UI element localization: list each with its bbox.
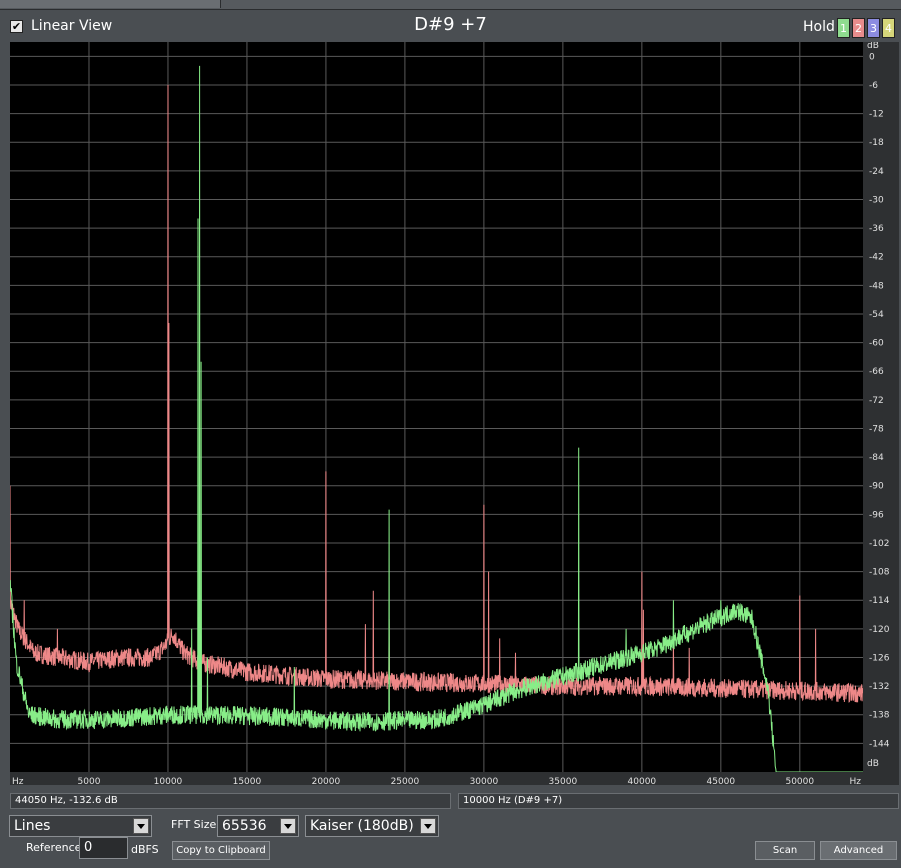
x-axis: Hz Hz 5000 10000 15000 20000 25000 30000 35000 40… (10, 772, 863, 787)
y-unit-label: dB (867, 759, 879, 769)
y-tick-label: -54 (869, 310, 884, 320)
spectrum-series-2 (10, 65, 863, 772)
scan-button[interactable]: Scan (755, 841, 815, 860)
y-tick-label: -96 (869, 510, 884, 520)
y-axis: dB dB 0 -6 -12 -18 -24 -30 -36 -42 -48 -54 -60 -66 -72… (863, 41, 899, 785)
y-tick-label: -78 (869, 424, 884, 434)
y-tick-label: -24 (869, 167, 884, 177)
y-tick-label: 0 (869, 52, 875, 62)
hold-button-1[interactable]: 1 (837, 18, 850, 38)
y-tick-label: -84 (869, 453, 884, 463)
fft-size-value: 65536 (222, 818, 267, 834)
x-unit-label: Hz (12, 777, 24, 787)
y-tick-label: -66 (869, 367, 884, 377)
x-tick-label: 5000 (78, 777, 101, 787)
y-tick-label: -90 (869, 482, 884, 492)
hold-button-4[interactable]: 4 (882, 18, 895, 38)
y-tick-label: -126 (869, 653, 890, 663)
y-unit-label: dB (867, 42, 879, 51)
reference-unit: dBFS (131, 843, 159, 856)
y-tick-label: -120 (869, 625, 890, 635)
y-tick-label: -18 (869, 138, 884, 148)
reference-label: Reference (26, 841, 82, 854)
spectrum-plot[interactable] (10, 42, 863, 772)
hold-button-3[interactable]: 3 (867, 18, 880, 38)
hold-button-2[interactable]: 2 (852, 18, 865, 38)
x-tick-label: 30000 (470, 777, 499, 787)
spectrum-header: ✔ Linear View D#9 +7 Hold 1234 (0, 10, 901, 42)
fft-size-label: FFT Size (171, 818, 217, 831)
advanced-button[interactable]: Advanced (820, 841, 897, 860)
note-title: D#9 +7 (414, 14, 487, 35)
note-readout: 10000 Hz (D#9 +7) (458, 793, 899, 809)
y-tick-label: -138 (869, 711, 890, 721)
copy-to-clipboard-button[interactable]: Copy to Clipboard (172, 841, 270, 860)
top-tab[interactable] (0, 0, 221, 8)
y-tick-label: -132 (869, 682, 889, 692)
x-tick-label: 40000 (628, 777, 657, 787)
display-mode-select[interactable]: Lines (9, 815, 152, 837)
x-tick-label: 10000 (154, 777, 183, 787)
chevron-down-icon[interactable] (420, 818, 436, 834)
window-select[interactable]: Kaiser (180dB) (305, 815, 439, 837)
spectrum-svg (10, 42, 863, 772)
x-tick-label: 20000 (312, 777, 341, 787)
y-tick-label: -12 (869, 110, 884, 120)
x-tick-label: 35000 (549, 777, 578, 787)
x-tick-label: 15000 (233, 777, 262, 787)
hold-label: Hold (803, 19, 835, 35)
y-tick-label: -114 (869, 596, 890, 606)
y-tick-label: -30 (869, 195, 884, 205)
y-tick-label: -48 (869, 281, 884, 291)
y-tick-label: -6 (869, 81, 878, 91)
y-tick-label: -36 (869, 224, 884, 234)
y-tick-label: -144 (869, 739, 890, 749)
y-tick-label: -60 (869, 339, 884, 349)
reference-input[interactable]: 0 (79, 837, 128, 859)
top-tab-strip (0, 0, 901, 10)
x-tick-label: 45000 (707, 777, 736, 787)
x-tick-label: 25000 (391, 777, 420, 787)
y-tick-label: -72 (869, 396, 884, 406)
chevron-down-icon[interactable] (133, 818, 149, 834)
cursor-readout: 44050 Hz, -132.6 dB (10, 793, 451, 809)
fft-size-select[interactable]: 65536 (217, 815, 299, 837)
x-unit-label: Hz (850, 777, 862, 787)
y-tick-label: -102 (869, 539, 889, 549)
chevron-down-icon[interactable] (280, 818, 296, 834)
y-tick-label: -108 (869, 568, 890, 578)
display-mode-value: Lines (14, 818, 51, 834)
x-tick-label: 50000 (785, 777, 814, 787)
window-value: Kaiser (180dB) (310, 818, 414, 834)
y-tick-label: -42 (869, 253, 884, 263)
